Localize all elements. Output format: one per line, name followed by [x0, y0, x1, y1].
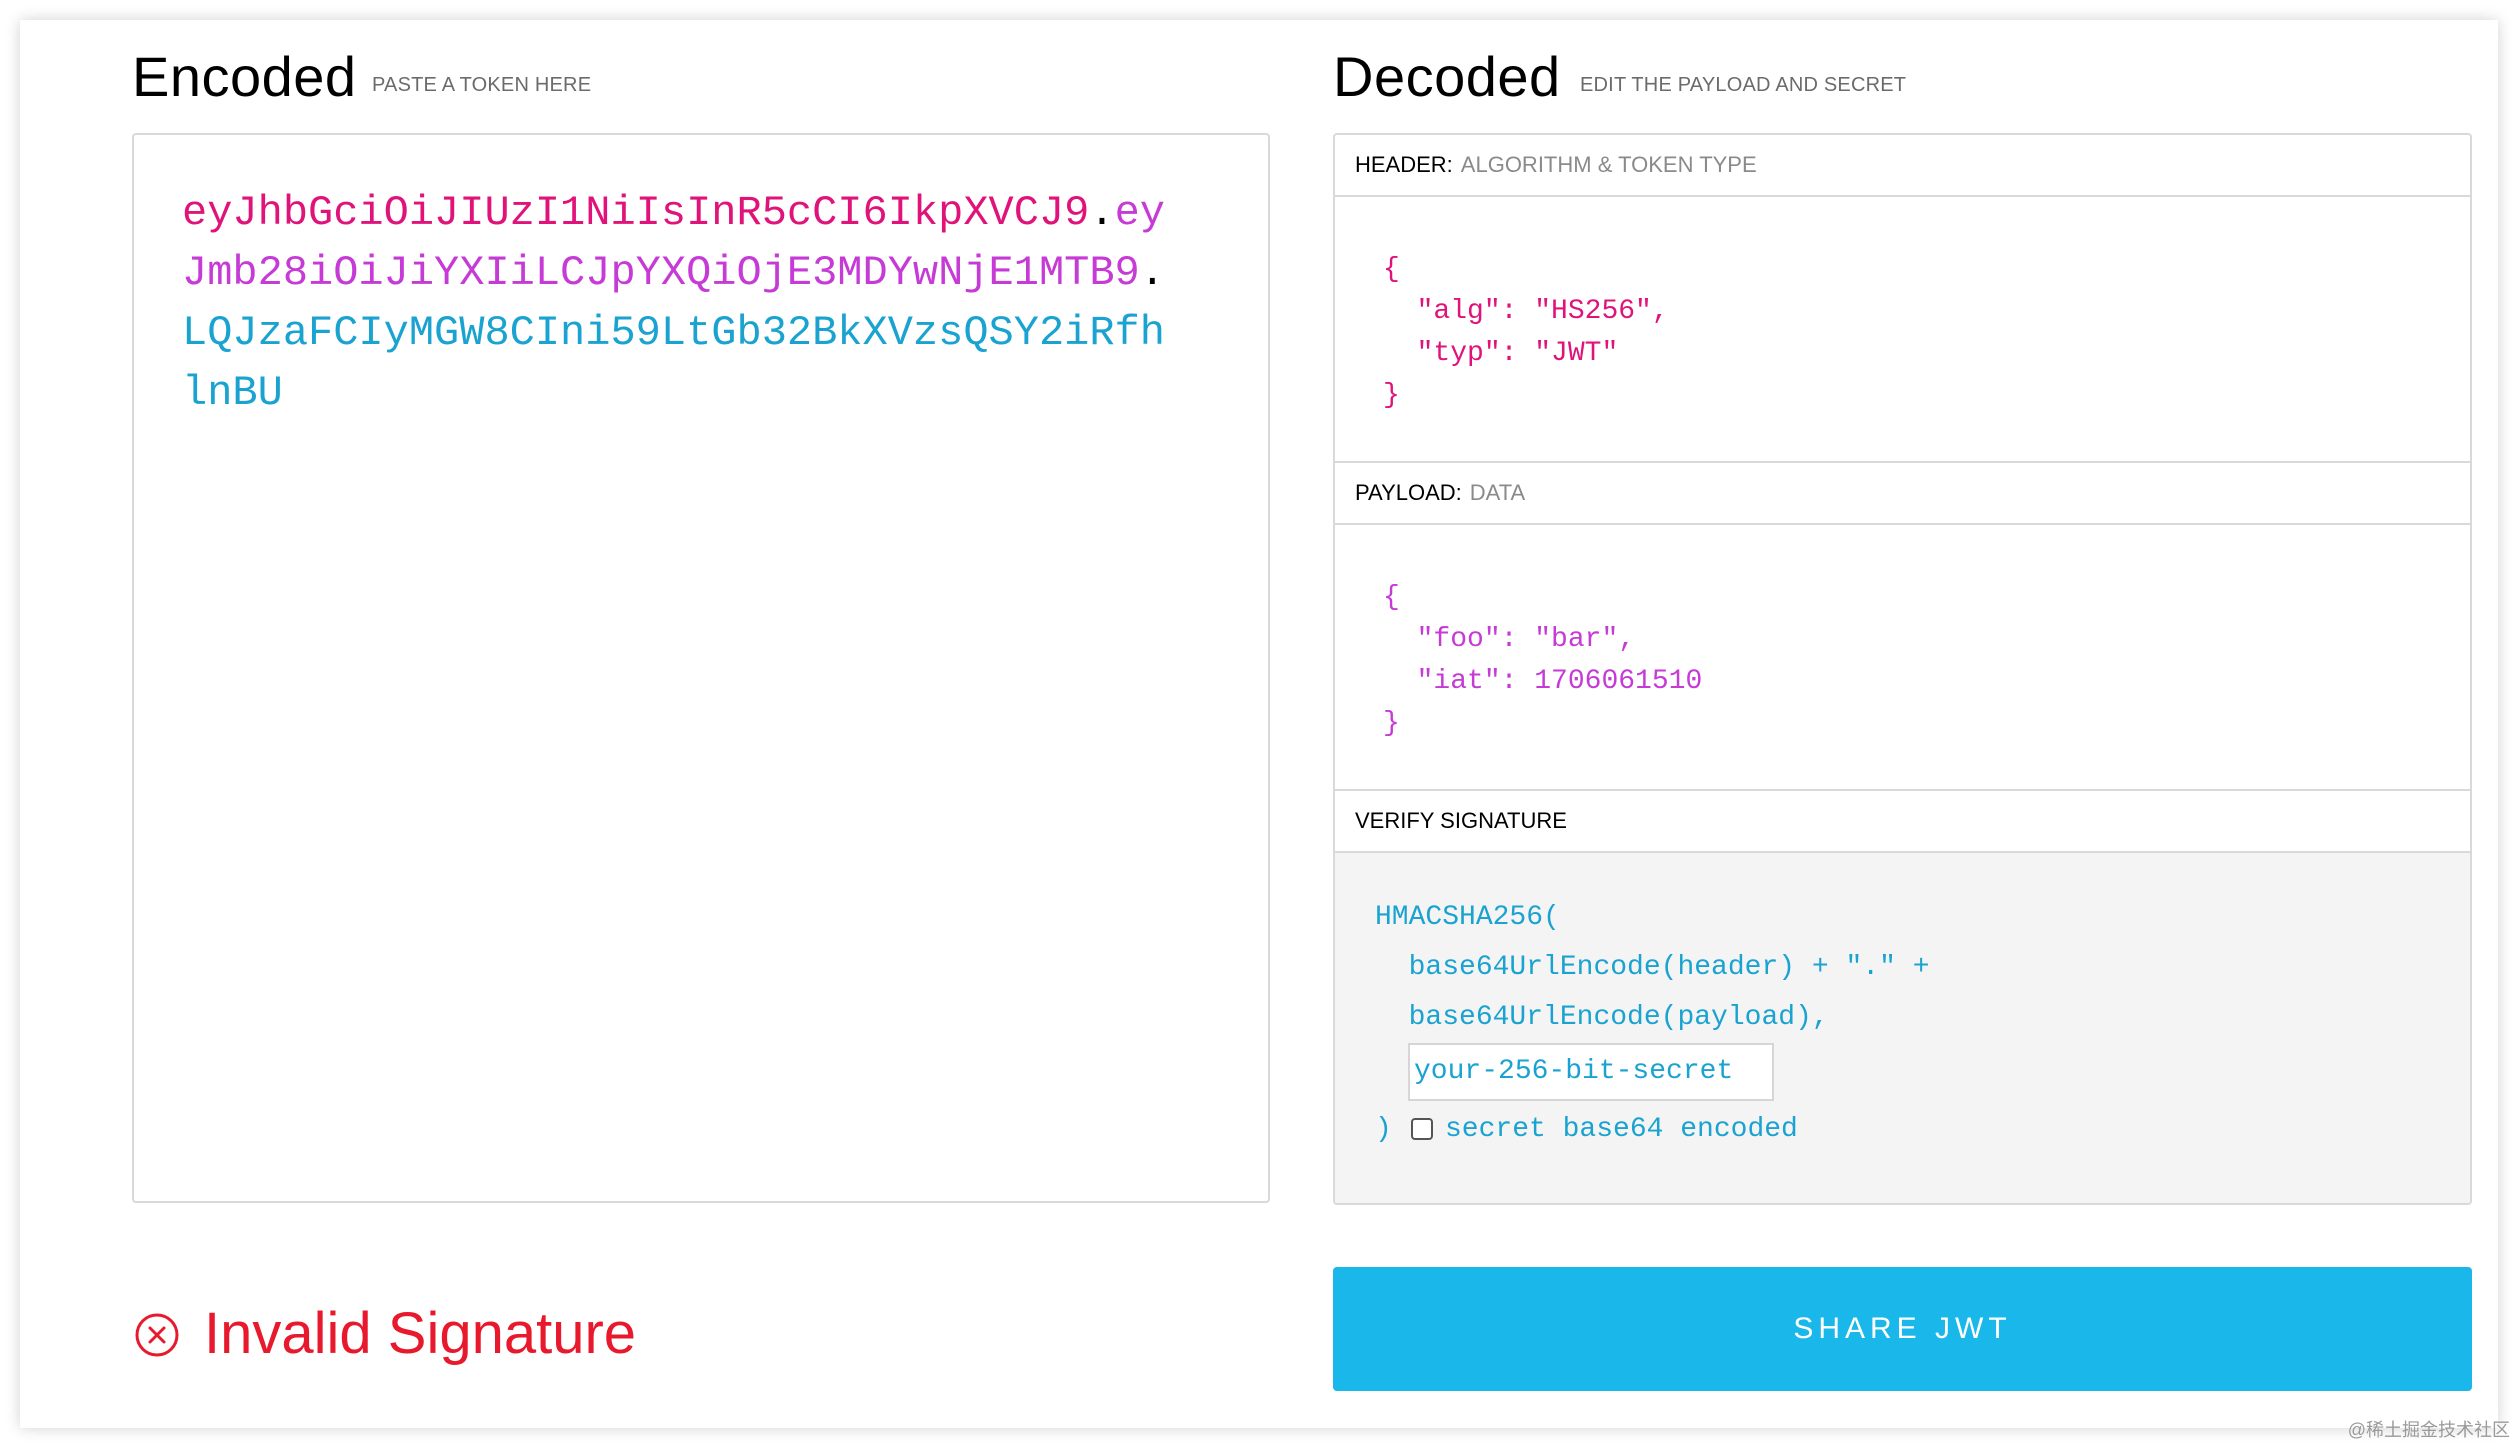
signature-area: HMACSHA256( base64UrlEncode(header) + ".…	[1335, 853, 2470, 1203]
invalid-signature-status: Invalid Signature	[204, 1301, 637, 1366]
token-signature-part: LQJzaFCIyMGW8CIni59LtGb32BkXVzsQSY2iRfhl…	[182, 309, 1165, 417]
header-label: HEADER:	[1355, 152, 1453, 177]
share-jwt-button[interactable]: SHARE JWT	[1333, 1267, 2472, 1391]
json-value: "bar"	[1534, 624, 1619, 655]
payload-section-label: PAYLOAD: DATA	[1335, 463, 2470, 525]
decoded-subtitle: EDIT THE PAYLOAD AND SECRET	[1580, 74, 1907, 96]
json-value: "JWT"	[1534, 338, 1619, 369]
json-key: "alg"	[1416, 296, 1501, 327]
json-brace: }	[1383, 708, 1400, 739]
circle-x-icon	[135, 1313, 179, 1357]
token-dot: .	[1089, 189, 1115, 237]
json-key: "typ"	[1416, 338, 1501, 369]
json-value: 1706061510	[1534, 666, 1703, 697]
token-header-part: eyJhbGciOiJIUzI1NiIsInR5cCI6IkpXVCJ9	[182, 189, 1090, 237]
hmac-function: HMACSHA256(	[1375, 902, 1560, 933]
payload-label: PAYLOAD:	[1355, 480, 1462, 505]
signature-line-header: base64UrlEncode(header) + "." +	[1408, 952, 1930, 983]
json-key: "foo"	[1416, 624, 1501, 655]
encoded-token-textarea[interactable]: eyJhbGciOiJIUzI1NiIsInR5cCI6IkpXVCJ9.eyJ…	[132, 133, 1270, 1203]
token-dot: .	[1139, 249, 1165, 297]
json-value: "HS256"	[1534, 296, 1652, 327]
decoded-panel: HEADER: ALGORITHM & TOKEN TYPE { "alg": "…	[1333, 133, 2472, 1205]
secret-input[interactable]: your-256-bit-secret	[1408, 1043, 1774, 1101]
encoded-title: Encoded	[132, 45, 357, 108]
jwt-debugger-window: Encoded PASTE A TOKEN HERE Decoded EDIT …	[20, 20, 2498, 1428]
header-desc: ALGORITHM & TOKEN TYPE	[1460, 152, 1757, 177]
payload-desc: DATA	[1469, 480, 1526, 505]
payload-json-editor[interactable]: { "foo": "bar", "iat": 1706061510 }	[1383, 577, 1702, 745]
json-brace: }	[1383, 380, 1400, 411]
json-brace: {	[1383, 254, 1400, 285]
verify-signature-label: VERIFY SIGNATURE	[1335, 791, 2470, 853]
decoded-title: Decoded	[1333, 45, 1561, 108]
header-section-label: HEADER: ALGORITHM & TOKEN TYPE	[1335, 135, 2470, 197]
encoded-subtitle: PASTE A TOKEN HERE	[372, 74, 592, 96]
json-brace: {	[1383, 582, 1400, 613]
watermark: @稀土掘金技术社区	[2347, 1420, 2510, 1440]
secret-base64-label[interactable]: secret base64 encoded	[1445, 1108, 1798, 1152]
header-json-editor[interactable]: { "alg": "HS256", "typ": "JWT" }	[1383, 249, 1669, 417]
signature-line-payload: base64UrlEncode(payload),	[1408, 1002, 1829, 1033]
signature-code: HMACSHA256( base64UrlEncode(header) + ".…	[1375, 893, 1930, 1043]
json-key: "iat"	[1416, 666, 1501, 697]
signature-close-paren: )	[1375, 1114, 1392, 1145]
secret-base64-checkbox[interactable]	[1411, 1118, 1433, 1140]
encoded-token-text: eyJhbGciOiJIUzI1NiIsInR5cCI6IkpXVCJ9.eyJ…	[182, 183, 1182, 423]
